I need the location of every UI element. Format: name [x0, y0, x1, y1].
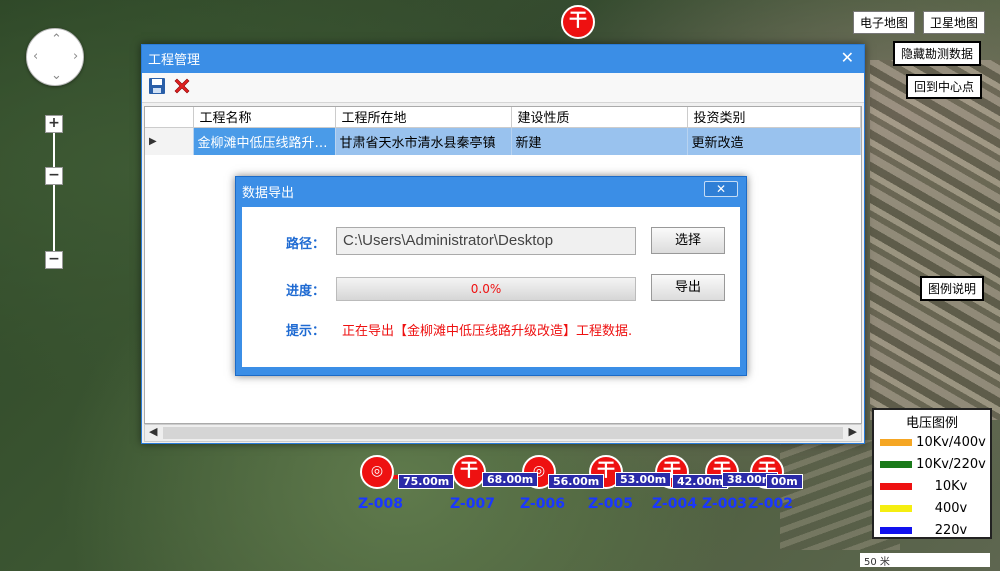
pan-right-icon[interactable]: ›	[73, 50, 78, 63]
map-scale: 50 米	[860, 553, 990, 568]
column-header-investment[interactable]: 投资类别	[687, 107, 861, 128]
close-icon[interactable]: ✕	[704, 181, 738, 197]
legend-swatch	[880, 526, 912, 534]
legend-item: 10Kv/220v	[874, 453, 990, 475]
hint-text: 正在导出【金柳滩中低压线路升级改造】工程数据.	[342, 324, 633, 339]
distance-label: 56.00m	[548, 474, 605, 489]
scroll-thumb[interactable]	[163, 427, 843, 439]
zoom-out-button[interactable]: −	[45, 251, 63, 269]
pole-label: Z-003	[702, 496, 747, 512]
distance-label: 00m	[766, 474, 803, 489]
pan-control[interactable]: ⌃ ⌄ ‹ ›	[26, 28, 84, 86]
legend-label: 10Kv	[934, 478, 968, 494]
pole-label: Z-008	[358, 496, 403, 512]
pole-marker[interactable]: ◎	[360, 455, 394, 489]
legend-swatch	[880, 482, 912, 490]
legend-label: 10Kv/400v	[916, 434, 986, 450]
pole-marker[interactable]: 干	[452, 455, 486, 489]
distance-label: 53.00m	[615, 472, 672, 487]
legend-label: 400v	[934, 500, 968, 516]
grid-corner-header	[145, 107, 194, 128]
close-icon[interactable]: ✕	[841, 48, 854, 67]
save-icon[interactable]	[148, 77, 166, 99]
data-export-dialog: 数据导出 ✕ 路径： C:\Users\Administrator\Deskto…	[235, 176, 747, 376]
column-header-location[interactable]: 工程所在地	[335, 107, 512, 128]
horizontal-scrollbar[interactable]: ◀ ▶	[144, 424, 862, 442]
select-button[interactable]: 选择	[651, 227, 725, 254]
cell-investment-type[interactable]: 更新改造	[687, 127, 861, 155]
pole-label: Z-007	[450, 496, 495, 512]
map-village-area	[870, 60, 1000, 420]
pan-up-icon[interactable]: ⌃	[51, 33, 62, 46]
project-window-titlebar[interactable]: 工程管理 ✕	[142, 45, 864, 73]
hint-label: 提示：	[286, 324, 326, 339]
legend-item: 10Kv	[874, 475, 990, 497]
export-dialog-title: 数据导出	[242, 186, 295, 201]
legend-item: 10Kv/400v	[874, 431, 990, 453]
top-pole-marker[interactable]: 干	[561, 5, 595, 39]
voltage-legend: 电压图例 10Kv/400v 10Kv/220v 10Kv 400v 220v	[872, 408, 992, 539]
satellite-map-button[interactable]: 卫星地图	[923, 11, 986, 34]
progress-label: 进度：	[286, 284, 326, 299]
hide-survey-data-button[interactable]: 隐藏勘测数据	[893, 41, 982, 66]
legend-label: 10Kv/220v	[916, 456, 986, 472]
legend-item: 220v	[874, 519, 990, 541]
distance-label: 42.00m	[672, 474, 729, 489]
pole-label: Z-006	[520, 496, 565, 512]
pole-label: Z-004	[652, 496, 697, 512]
legend-label: 220v	[934, 522, 968, 538]
legend-info-button[interactable]: 图例说明	[920, 276, 985, 301]
zoom-slider-track[interactable]	[53, 124, 55, 260]
legend-swatch	[880, 460, 912, 468]
pole-label: Z-005	[588, 496, 633, 512]
scroll-left-icon[interactable]: ◀	[149, 425, 157, 438]
legend-swatch	[880, 438, 912, 446]
project-toolbar	[142, 73, 864, 103]
progress-text: 0.0%	[470, 282, 502, 296]
column-header-nature[interactable]: 建设性质	[511, 107, 688, 128]
legend-swatch	[880, 504, 912, 512]
project-window-title: 工程管理	[148, 53, 201, 68]
cell-project-name[interactable]: 金柳滩中低压线路升级改造	[193, 127, 336, 155]
cell-project-location[interactable]: 甘肃省天水市清水县秦亭镇	[335, 127, 512, 155]
cell-construction-nature[interactable]: 新建	[511, 127, 688, 155]
pan-left-icon[interactable]: ‹	[33, 50, 38, 63]
zoom-slider-handle[interactable]: −	[45, 167, 63, 185]
scroll-right-icon[interactable]: ▶	[849, 425, 857, 438]
path-field[interactable]: C:\Users\Administrator\Desktop	[336, 227, 636, 255]
row-selector-icon[interactable]: ▶	[145, 127, 194, 155]
pan-down-icon[interactable]: ⌄	[51, 69, 62, 82]
legend-item: 400v	[874, 497, 990, 519]
export-dialog-body: 路径： C:\Users\Administrator\Desktop 选择 进度…	[242, 207, 740, 367]
distance-label: 68.00m	[482, 472, 539, 487]
column-header-name[interactable]: 工程名称	[193, 107, 336, 128]
electronic-map-button[interactable]: 电子地图	[853, 11, 916, 34]
legend-title: 电压图例	[905, 416, 958, 431]
export-dialog-titlebar[interactable]: 数据导出 ✕	[236, 177, 746, 205]
path-label: 路径：	[286, 237, 326, 252]
back-to-center-button[interactable]: 回到中心点	[906, 74, 983, 99]
pole-label: Z-002	[748, 496, 793, 512]
export-button[interactable]: 导出	[651, 274, 725, 301]
table-row[interactable]: ▶ 金柳滩中低压线路升级改造 甘肃省天水市清水县秦亭镇 新建 更新改造	[145, 127, 861, 155]
progress-bar: 0.0%	[336, 277, 636, 301]
delete-icon[interactable]	[172, 76, 192, 100]
distance-label: 75.00m	[398, 474, 455, 489]
zoom-in-button[interactable]: +	[45, 115, 63, 133]
